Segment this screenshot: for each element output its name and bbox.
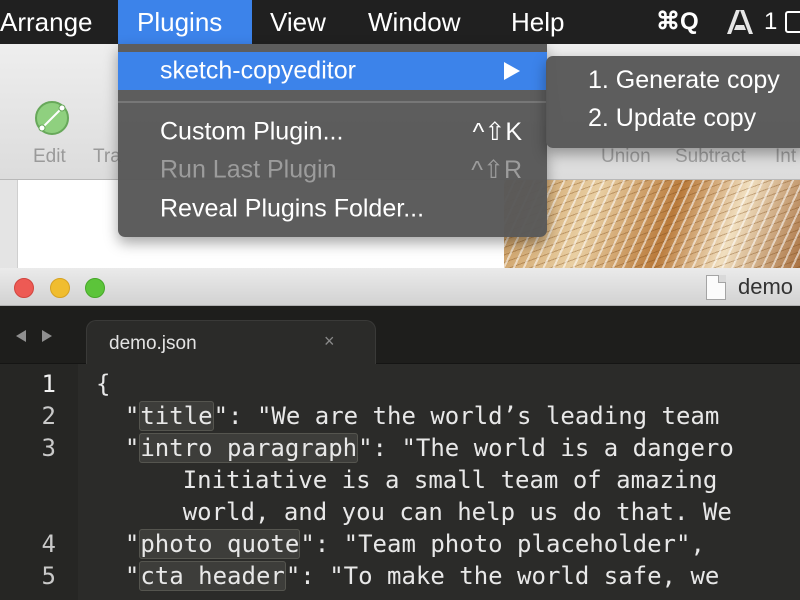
adobe-icon[interactable]	[727, 10, 753, 34]
editor-titlebar: demo	[0, 268, 800, 306]
code-line: Initiative is a small team of amazing	[96, 466, 718, 494]
line-number: 4	[41, 530, 56, 558]
menu-item-label: Custom Plugin...	[160, 117, 344, 146]
document-icon	[706, 275, 726, 300]
tab-forward-icon[interactable]	[42, 330, 52, 342]
code-line: {	[96, 370, 111, 398]
menu-item-custom-plugin[interactable]: Custom Plugin... ^⇧K	[118, 113, 547, 151]
menu-window[interactable]: Window	[368, 0, 460, 44]
menu-plugins[interactable]: Plugins	[118, 0, 252, 44]
menu-item-sketch-copyeditor[interactable]: sketch-copyeditor	[118, 52, 547, 90]
edit-icon[interactable]	[34, 100, 70, 136]
photo-image	[504, 180, 800, 270]
canvas-margin	[0, 180, 18, 270]
toolbar-edit-label[interactable]: Edit	[33, 146, 66, 168]
tray-count[interactable]: 1	[764, 0, 777, 44]
menu-item-label: sketch-copyeditor	[160, 56, 356, 85]
code-line: world, and you can help us do that. We	[96, 498, 732, 526]
line-number-gutter: 1 2 3 4 5	[0, 364, 78, 600]
toolbar-subtract-label[interactable]: Subtract	[675, 146, 746, 168]
menu-view[interactable]: View	[270, 0, 326, 44]
code-editor[interactable]: { "title": "We are the world’s leading t…	[78, 364, 800, 600]
json-key: cta header	[139, 561, 286, 591]
menu-item-reveal-plugins-folder[interactable]: Reveal Plugins Folder...	[118, 190, 547, 228]
toolbar-union-label[interactable]: Union	[601, 146, 651, 168]
submenu-item-update-copy[interactable]: 2. Update copy	[588, 104, 756, 133]
line-number: 3	[41, 434, 56, 462]
close-button[interactable]	[14, 278, 34, 298]
menu-item-run-last-plugin: Run Last Plugin ^⇧R	[118, 151, 547, 189]
line-number: 5	[41, 562, 56, 590]
menu-arrange[interactable]: Arrange	[0, 0, 93, 44]
minimize-button[interactable]	[50, 278, 70, 298]
menu-item-label: Reveal Plugins Folder...	[160, 194, 425, 223]
menu-item-shortcut: ^⇧R	[471, 156, 522, 184]
menu-bar: Arrange Plugins View Window Help ⌘Q 1	[0, 0, 800, 44]
code-line: "intro paragraph": "The world is a dange…	[96, 433, 734, 463]
toolbar-intersect-label[interactable]: Int	[775, 146, 796, 168]
line-number: 1	[41, 370, 56, 398]
plugins-dropdown: sketch-copyeditor Custom Plugin... ^⇧K R…	[118, 44, 547, 237]
copyeditor-submenu: 1. Generate copy 2. Update copy	[546, 56, 800, 148]
json-key: title	[139, 401, 214, 431]
window-icon[interactable]	[785, 11, 800, 33]
submenu-item-generate-copy[interactable]: 1. Generate copy	[588, 66, 780, 95]
tab-demo-json[interactable]: demo.json ×	[86, 320, 376, 365]
menu-item-label: Run Last Plugin	[160, 155, 337, 184]
zoom-button[interactable]	[85, 278, 105, 298]
json-key: intro paragraph	[139, 433, 359, 463]
menu-help[interactable]: Help	[511, 0, 564, 44]
menu-separator	[118, 101, 547, 103]
menu-item-shortcut: ^⇧K	[472, 118, 522, 146]
line-number: 2	[41, 402, 56, 430]
json-key: photo quote	[139, 529, 301, 559]
submenu-arrow-icon	[504, 62, 520, 80]
tab-close-icon[interactable]: ×	[324, 331, 335, 352]
tab-back-icon[interactable]	[16, 330, 26, 342]
editor-window: demo demo.json × 1 2 3 4 5 { "title": "W…	[0, 268, 800, 600]
window-title: demo	[738, 274, 794, 299]
code-line: "photo quote": "Team photo placeholder",	[96, 529, 705, 559]
tab-bar: demo.json ×	[0, 306, 800, 365]
tray-quit-shortcut[interactable]: ⌘Q	[656, 0, 699, 44]
toolbar-transform-label[interactable]: Tra	[93, 146, 121, 168]
code-line: "title": "We are the world’s leading tea…	[96, 401, 720, 431]
code-line: "cta header": "To make the world safe, w…	[96, 561, 720, 591]
tab-label: demo.json	[109, 333, 197, 354]
